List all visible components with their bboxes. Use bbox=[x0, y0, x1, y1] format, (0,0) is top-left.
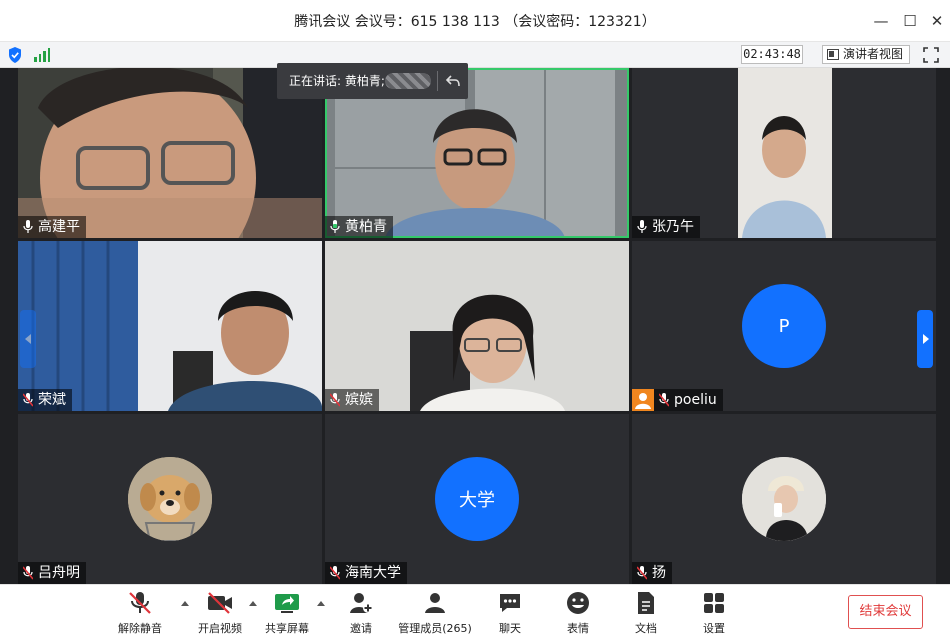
participant-name-tag: 嫔嫔 bbox=[325, 389, 379, 411]
unmute-label: 解除静音 bbox=[118, 622, 162, 635]
microphone-icon bbox=[637, 220, 647, 233]
video-grid: 高建平 黄柏青 张乃午 荣斌 嫔嫔 P poeliu 吕舟明 大学 海南大学 扬 bbox=[18, 68, 937, 584]
user-photo bbox=[742, 457, 826, 541]
speaker-view-label: 演讲者视图 bbox=[843, 47, 904, 61]
chat-button[interactable]: 聊天 bbox=[490, 591, 530, 639]
docs-label: 文档 bbox=[635, 622, 657, 635]
settings-button[interactable]: 设置 bbox=[694, 591, 734, 639]
share-options-caret[interactable] bbox=[317, 601, 325, 606]
chat-label: 聊天 bbox=[499, 622, 521, 635]
invite-button[interactable]: 邀请 bbox=[340, 591, 382, 639]
participant-name-tag: 黄柏青 bbox=[325, 216, 393, 238]
microphone-muted-icon bbox=[659, 393, 669, 407]
speaking-label: 正在讲话: 黄柏青; bbox=[289, 74, 385, 88]
user-placeholder-icon bbox=[632, 389, 654, 411]
participant-name: 高建平 bbox=[38, 219, 80, 235]
participant-name: 扬 bbox=[652, 565, 666, 581]
puppy-photo bbox=[128, 457, 212, 541]
participant-name-tag: 吕舟明 bbox=[18, 562, 86, 584]
fullscreen-icon[interactable] bbox=[922, 46, 940, 64]
invite-label: 邀请 bbox=[350, 622, 372, 635]
reactions-label: 表情 bbox=[567, 622, 589, 635]
blurred-name bbox=[385, 73, 431, 89]
participant-tile[interactable]: P poeliu bbox=[632, 241, 936, 411]
maximize-button[interactable]: ☐ bbox=[899, 10, 921, 32]
meeting-timer: 02:43:48 bbox=[741, 45, 803, 64]
participant-avatar: 大学 bbox=[435, 457, 519, 541]
previous-page-button[interactable] bbox=[20, 310, 36, 368]
microphone-muted-icon bbox=[637, 566, 647, 580]
microphone-muted-icon bbox=[330, 393, 340, 407]
participant-name-tag: 荣斌 bbox=[18, 389, 72, 411]
share-screen-button[interactable]: 共享屏幕 bbox=[263, 591, 311, 639]
reply-icon[interactable] bbox=[445, 73, 461, 89]
participant-name: 吕舟明 bbox=[38, 565, 80, 581]
microphone-muted-icon bbox=[330, 566, 340, 580]
microphone-active-icon bbox=[330, 220, 340, 233]
unmute-button[interactable]: 解除静音 bbox=[116, 591, 164, 639]
microphone-muted-icon bbox=[129, 592, 151, 614]
document-icon bbox=[638, 592, 654, 614]
participant-avatar bbox=[128, 457, 212, 541]
divider bbox=[437, 71, 438, 91]
emoji-icon bbox=[567, 592, 589, 614]
participant-avatar: P bbox=[742, 284, 826, 368]
participant-avatar bbox=[742, 457, 826, 541]
start-video-label: 开启视频 bbox=[198, 622, 242, 635]
participant-name-tag: poeliu bbox=[632, 389, 723, 411]
camera-off-icon bbox=[208, 592, 232, 614]
microphone-icon bbox=[23, 220, 33, 233]
share-screen-label: 共享屏幕 bbox=[265, 622, 309, 635]
participant-tile[interactable]: 荣斌 bbox=[18, 241, 322, 411]
window-title: 腾讯会议 会议号：615 138 113 （会议密码：123321） bbox=[294, 14, 656, 30]
members-icon bbox=[425, 593, 445, 613]
speaker-view-button[interactable]: 演讲者视图 bbox=[822, 45, 911, 64]
title-bar: 腾讯会议 会议号：615 138 113 （会议密码：123321） — ☐ ✕ bbox=[0, 0, 950, 42]
docs-button[interactable]: 文档 bbox=[626, 591, 666, 639]
microphone-muted-icon bbox=[23, 566, 33, 580]
start-video-button[interactable]: 开启视频 bbox=[196, 591, 244, 639]
add-user-icon bbox=[350, 593, 373, 613]
participant-video bbox=[325, 241, 629, 411]
signal-bars-icon[interactable] bbox=[34, 48, 50, 62]
manage-members-button[interactable]: 管理成员(265) bbox=[396, 591, 474, 639]
status-bar: 02:43:48 演讲者视图 bbox=[0, 42, 950, 68]
participant-tile[interactable]: 吕舟明 bbox=[18, 414, 322, 584]
chat-icon bbox=[500, 594, 520, 612]
participant-tile[interactable]: 张乃午 bbox=[632, 68, 936, 238]
video-options-caret[interactable] bbox=[249, 601, 257, 606]
next-page-button[interactable] bbox=[917, 310, 933, 368]
meeting-toolbar: 解除静音 开启视频 共享屏幕 邀请 管理成员(265) 聊天 表情 文档 设置 … bbox=[0, 584, 950, 643]
settings-grid-icon bbox=[704, 593, 724, 613]
participant-name: 张乃午 bbox=[652, 219, 694, 235]
participant-tile[interactable]: 大学 海南大学 bbox=[325, 414, 629, 584]
microphone-muted-icon bbox=[23, 393, 33, 407]
end-meeting-button[interactable]: 结束会议 bbox=[848, 595, 923, 629]
speaking-indicator: 正在讲话: 黄柏青; bbox=[277, 63, 468, 99]
participant-name: poeliu bbox=[674, 392, 717, 408]
shield-icon[interactable] bbox=[8, 47, 22, 63]
close-button[interactable]: ✕ bbox=[926, 10, 948, 32]
manage-members-label: 管理成员(265) bbox=[398, 622, 472, 635]
participant-tile[interactable]: 嫔嫔 bbox=[325, 241, 629, 411]
participant-name: 黄柏青 bbox=[345, 219, 387, 235]
minimize-button[interactable]: — bbox=[870, 10, 892, 32]
participant-name-tag: 高建平 bbox=[18, 216, 86, 238]
participant-name-tag: 扬 bbox=[632, 562, 672, 584]
settings-label: 设置 bbox=[703, 622, 725, 635]
participant-video bbox=[632, 68, 936, 238]
participant-video bbox=[18, 241, 322, 411]
participant-name: 海南大学 bbox=[345, 565, 401, 581]
participant-tile[interactable]: 扬 bbox=[632, 414, 936, 584]
participant-name: 荣斌 bbox=[38, 392, 66, 408]
audio-options-caret[interactable] bbox=[181, 601, 189, 606]
reactions-button[interactable]: 表情 bbox=[558, 591, 598, 639]
participant-name-tag: 海南大学 bbox=[325, 562, 407, 584]
share-screen-icon bbox=[275, 594, 299, 613]
meeting-window: 腾讯会议 会议号：615 138 113 （会议密码：123321） — ☐ ✕… bbox=[0, 0, 950, 643]
participant-name-tag: 张乃午 bbox=[632, 216, 700, 238]
participant-name: 嫔嫔 bbox=[345, 392, 373, 408]
speaker-view-icon bbox=[827, 49, 839, 60]
